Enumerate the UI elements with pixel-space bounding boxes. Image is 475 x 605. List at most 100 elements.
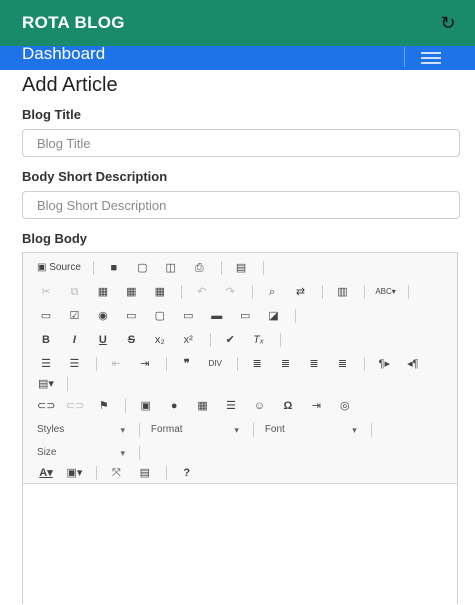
editor-content-area[interactable] xyxy=(23,484,457,604)
table-icon[interactable]: ▦ xyxy=(194,397,212,415)
templates-icon[interactable]: ▤ xyxy=(232,259,250,277)
redo-icon[interactable]: ↷ xyxy=(221,283,239,301)
toolbar-separator xyxy=(408,285,410,299)
toolbar-separator xyxy=(262,261,264,275)
toolbar-separator xyxy=(181,285,183,299)
show-blocks-icon[interactable]: ▤ xyxy=(136,464,154,482)
superscript-icon[interactable]: x² xyxy=(179,331,197,349)
hidden-field-icon[interactable]: ◪ xyxy=(265,307,283,325)
strike-icon[interactable]: S xyxy=(122,331,140,349)
font-combo[interactable]: Font ▾ xyxy=(265,421,365,439)
paste-icon[interactable]: ▦ xyxy=(94,283,112,301)
hamburger-icon-bar xyxy=(421,62,441,64)
checkbox-icon[interactable]: ☑ xyxy=(65,307,83,325)
undo-icon[interactable]: ↶ xyxy=(193,283,211,301)
toolbar-separator xyxy=(95,466,97,480)
special-char-icon[interactable]: Ω xyxy=(279,397,297,415)
blockquote-icon[interactable]: ❞ xyxy=(178,355,196,373)
cut-icon[interactable]: ✂ xyxy=(37,283,55,301)
toolbar-separator xyxy=(125,399,127,413)
smiley-icon[interactable]: ☺ xyxy=(251,397,269,415)
text-color-icon[interactable]: A▾ xyxy=(37,464,55,482)
refresh-icon[interactable]: ↻ xyxy=(437,12,459,34)
unlink-icon[interactable]: ⊂⊃ xyxy=(66,397,84,415)
copy-format-icon[interactable]: ✔ xyxy=(221,331,239,349)
spellcheck-button[interactable]: ABC▾ xyxy=(375,283,395,301)
toolbar-separator xyxy=(251,285,253,299)
short-description-input[interactable]: Blog Short Description xyxy=(22,191,460,219)
toolbar-separator xyxy=(220,261,222,275)
nav-brand[interactable]: Dashboard xyxy=(22,44,105,64)
italic-icon[interactable]: I xyxy=(65,331,83,349)
text-field-icon[interactable]: ▭ xyxy=(122,307,140,325)
justify-icon[interactable]: ≣ xyxy=(333,355,351,373)
horizontal-line-icon[interactable]: ☰ xyxy=(222,397,240,415)
background-color-icon[interactable]: ▣▾ xyxy=(65,464,83,482)
flash-icon[interactable]: ● xyxy=(165,397,183,415)
bold-icon[interactable]: B xyxy=(37,331,55,349)
chevron-down-icon: ▾ xyxy=(234,425,239,435)
blog-title-input[interactable]: Blog Title xyxy=(22,129,460,157)
source-label: Source xyxy=(49,262,81,273)
language-icon[interactable]: ▤▾ xyxy=(37,375,55,393)
align-right-icon[interactable]: ≣ xyxy=(305,355,323,373)
toolbar-separator xyxy=(363,285,365,299)
text-direction-ltr-icon[interactable]: ¶▸ xyxy=(375,355,393,373)
hamburger-icon xyxy=(421,52,441,54)
radio-icon[interactable]: ◉ xyxy=(94,307,112,325)
align-center-icon[interactable]: ≣ xyxy=(277,355,295,373)
anchor-flag-icon[interactable]: ⚑ xyxy=(95,397,113,415)
copy-icon[interactable]: ⧉ xyxy=(65,283,83,301)
preview-icon[interactable]: ◫ xyxy=(162,259,180,277)
print-icon[interactable]: ⎙ xyxy=(190,259,208,277)
underline-icon[interactable]: U xyxy=(94,331,112,349)
blog-body-label: Blog Body xyxy=(22,231,87,246)
font-combo-label: Font xyxy=(264,424,285,435)
format-combo[interactable]: Format ▾ xyxy=(151,421,247,439)
select-icon[interactable]: ▭ xyxy=(179,307,197,325)
outdent-icon[interactable]: ⇤ xyxy=(107,355,125,373)
paste-text-icon[interactable]: ▦ xyxy=(122,283,140,301)
image-icon[interactable]: ▣ xyxy=(137,397,155,415)
source-button[interactable]: ▣ Source xyxy=(37,259,81,277)
toolbar-separator xyxy=(166,466,168,480)
toolbar-separator xyxy=(139,423,141,437)
styles-combo[interactable]: Styles ▾ xyxy=(37,421,133,439)
div-container-icon[interactable]: DIV xyxy=(206,355,224,373)
numbered-list-icon[interactable]: ☰ xyxy=(37,355,55,373)
help-button[interactable]: ? xyxy=(178,464,196,482)
select-all-icon[interactable]: ▥ xyxy=(333,283,351,301)
align-left-icon[interactable]: ≣ xyxy=(248,355,266,373)
iframe-icon[interactable]: ◎ xyxy=(336,397,354,415)
toolbar-separator xyxy=(295,309,297,323)
remove-format-icon[interactable]: Tₓ xyxy=(250,331,268,349)
find-icon[interactable]: ⌕ xyxy=(263,283,281,301)
image-button-icon[interactable]: ▭ xyxy=(236,307,254,325)
size-combo-label: Size xyxy=(37,447,57,458)
page-break-icon[interactable]: ⇥ xyxy=(307,397,325,415)
textarea-icon[interactable]: ▢ xyxy=(151,307,169,325)
subscript-icon[interactable]: x₂ xyxy=(151,331,169,349)
toolbar-separator xyxy=(166,357,168,371)
menu-toggle-button[interactable] xyxy=(404,47,457,67)
new-page-icon[interactable]: ▢ xyxy=(133,259,151,277)
bulleted-list-icon[interactable]: ☰ xyxy=(65,355,83,373)
chevron-down-icon: ▾ xyxy=(352,425,357,435)
toolbar-separator xyxy=(280,333,282,347)
rich-text-editor[interactable]: ▣ Source ■ ▢ ◫ ⎙ ▤ ✂ ⧉ ▦ ▦ ▦ ↶ ↷ ⌕ ⇄ ▥ A xyxy=(22,252,458,604)
toolbar-separator xyxy=(371,423,373,437)
button-icon[interactable]: ▬ xyxy=(208,307,226,325)
size-combo[interactable]: Size ▾ xyxy=(37,444,133,462)
maximize-icon[interactable]: ⤧ xyxy=(107,464,125,482)
chevron-down-icon: ▾ xyxy=(120,448,125,458)
paste-word-icon[interactable]: ▦ xyxy=(151,283,169,301)
navbar: Dashboard xyxy=(0,44,475,70)
link-icon[interactable]: ⊂⊃ xyxy=(37,397,55,415)
text-direction-rtl-icon[interactable]: ◂¶ xyxy=(404,355,422,373)
toolbar-separator xyxy=(67,377,69,391)
indent-icon[interactable]: ⇥ xyxy=(136,355,154,373)
form-icon[interactable]: ▭ xyxy=(37,307,55,325)
save-icon[interactable]: ■ xyxy=(105,259,123,277)
hamburger-icon-bar xyxy=(421,57,441,59)
replace-icon[interactable]: ⇄ xyxy=(292,283,310,301)
